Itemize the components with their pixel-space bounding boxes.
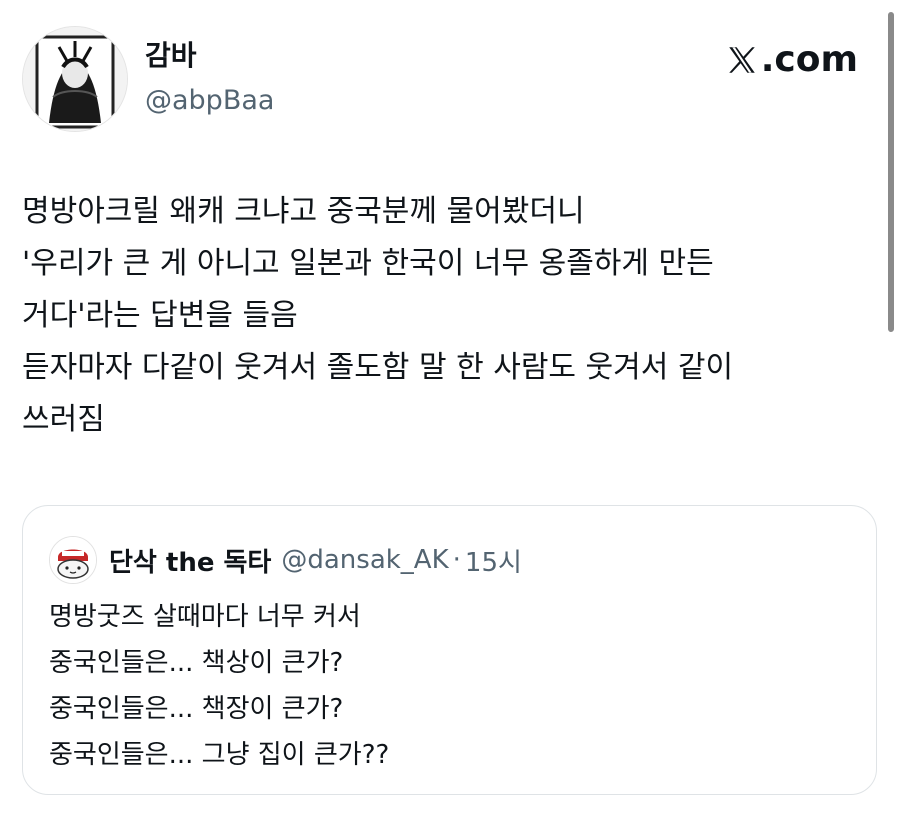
author-display-name[interactable]: 감바 — [145, 38, 197, 74]
tweet-line: 명방아크릴 왜캐 크냐고 중국분께 물어봤더니 — [22, 194, 585, 229]
x-logo-icon — [728, 47, 755, 73]
quoted-line: 중국인들은... 책장이 큰가? — [49, 694, 344, 724]
author-handle[interactable]: @abpBaa — [145, 84, 274, 118]
quoted-timestamp[interactable]: 15시 — [465, 542, 522, 579]
quoted-handle[interactable]: @dansak_AK — [281, 545, 448, 575]
tweet-line: 쓰러짐 — [22, 402, 105, 437]
tweet-line: 거다'라는 답변을 들음 — [22, 298, 298, 333]
scrollbar[interactable] — [888, 12, 894, 332]
quoted-line: 중국인들은... 책상이 큰가? — [49, 648, 344, 678]
tweet-text: 명방아크릴 왜캐 크냐고 중국분께 물어봤더니 '우리가 큰 게 아니고 일본과… — [22, 186, 882, 446]
quoted-line: 명방굿즈 살때마다 너무 커서 — [49, 602, 361, 632]
quoted-tweet-text: 명방굿즈 살때마다 너무 커서 중국인들은... 책상이 큰가? 중국인들은..… — [49, 594, 389, 778]
quoted-avatar[interactable] — [49, 536, 97, 584]
quoted-tweet-header: 단삭 the 독타 @dansak_AK · 15시 — [49, 536, 522, 584]
tweet-line: 듣자마자 다같이 웃겨서 졸도함 말 한 사람도 웃겨서 같이 — [22, 350, 734, 385]
brand-text: .com — [760, 39, 858, 80]
author-avatar[interactable] — [22, 26, 128, 132]
quoted-line: 중국인들은... 그냥 집이 큰가?? — [49, 740, 390, 770]
quoted-avatar-icon — [50, 537, 96, 583]
quoted-display-name[interactable]: 단삭 the 독타 — [109, 542, 271, 579]
profile-avatar-illustration-icon — [23, 27, 127, 131]
x-com-brand: .com — [725, 40, 858, 80]
quoted-separator: · — [452, 545, 461, 575]
quoted-tweet-card[interactable]: 단삭 the 독타 @dansak_AK · 15시 명방굿즈 살때마다 너무 … — [22, 505, 877, 795]
tweet-line: '우리가 큰 게 아니고 일본과 한국이 너무 옹졸하게 만든 — [22, 246, 714, 281]
